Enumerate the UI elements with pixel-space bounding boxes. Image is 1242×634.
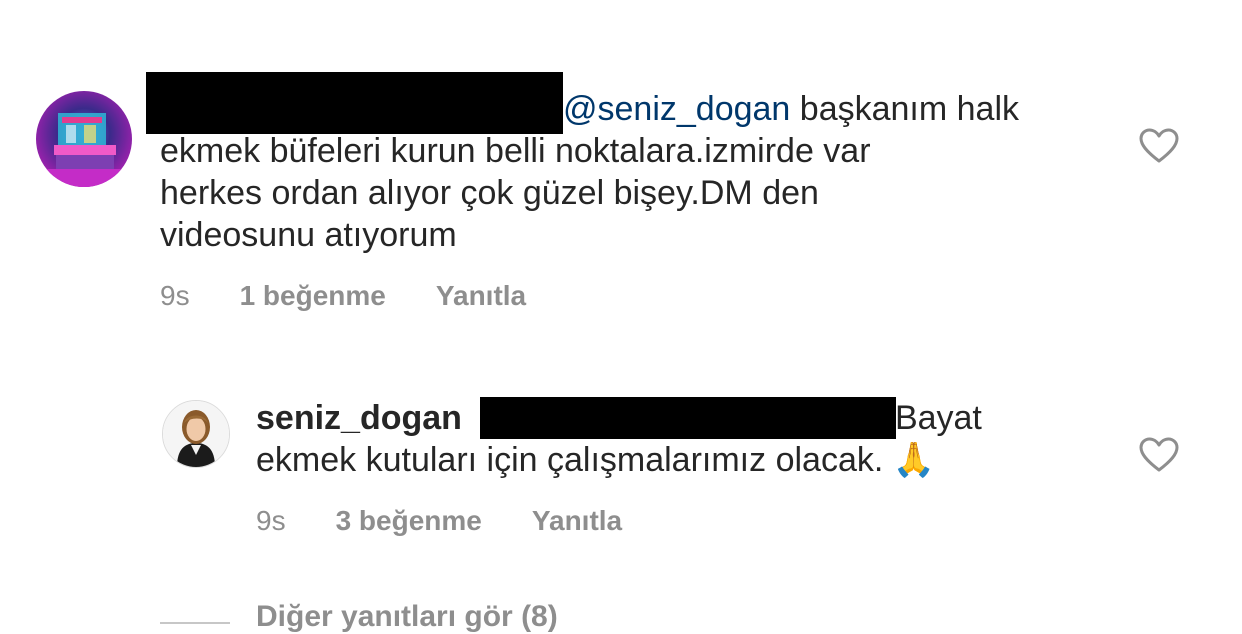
comment-likes-button[interactable]: 1 beğenme bbox=[240, 280, 386, 312]
heart-outline-icon[interactable] bbox=[1139, 437, 1179, 473]
comment-line-3: herkes ordan alıyor çok güzel bişey.DM d… bbox=[160, 174, 819, 212]
reply-reply-button[interactable]: Yanıtla bbox=[532, 505, 622, 537]
redacted-mention bbox=[480, 397, 896, 439]
folded-hands-emoji: 🙏 bbox=[892, 441, 936, 479]
comment-line-1: başkanım halk bbox=[790, 90, 1020, 128]
reply-avatar[interactable] bbox=[162, 400, 230, 468]
view-more-replies-label: Diğer yanıtları gör (8) bbox=[256, 600, 558, 633]
comment-reply-button[interactable]: Yanıtla bbox=[436, 280, 526, 312]
view-more-replies-button[interactable]: Diğer yanıtları gör (8) bbox=[160, 600, 558, 634]
reply-line-2: ekmek kutuları için çalışmalarımız olaca… bbox=[256, 441, 893, 479]
commenter-avatar-image bbox=[36, 91, 132, 187]
heart-outline-icon[interactable] bbox=[1139, 128, 1179, 164]
view-replies-divider bbox=[160, 622, 230, 624]
mention-link[interactable]: @seniz_dogan bbox=[563, 90, 790, 128]
commenter-avatar[interactable] bbox=[36, 91, 132, 187]
comment-line-4: videosunu atıyorum bbox=[160, 216, 457, 254]
reply-line-1: Bayat bbox=[894, 399, 982, 437]
reply-avatar-image bbox=[163, 401, 229, 467]
reply-likes-button[interactable]: 3 beğenme bbox=[336, 505, 482, 537]
reply-username[interactable]: seniz_dogan bbox=[256, 399, 462, 437]
reply-timestamp: 9s bbox=[256, 505, 286, 536]
comment-line-2: ekmek büfeleri kurun belli noktalara.izm… bbox=[160, 132, 871, 170]
reply-meta: 9s 3 beğenme Yanıtla bbox=[256, 503, 622, 539]
comment-timestamp: 9s bbox=[160, 280, 190, 311]
comment-meta: 9s 1 beğenme Yanıtla bbox=[160, 278, 526, 314]
comment-body: @seniz_dogan başkanım halk ekmek büfeler… bbox=[160, 88, 1080, 256]
